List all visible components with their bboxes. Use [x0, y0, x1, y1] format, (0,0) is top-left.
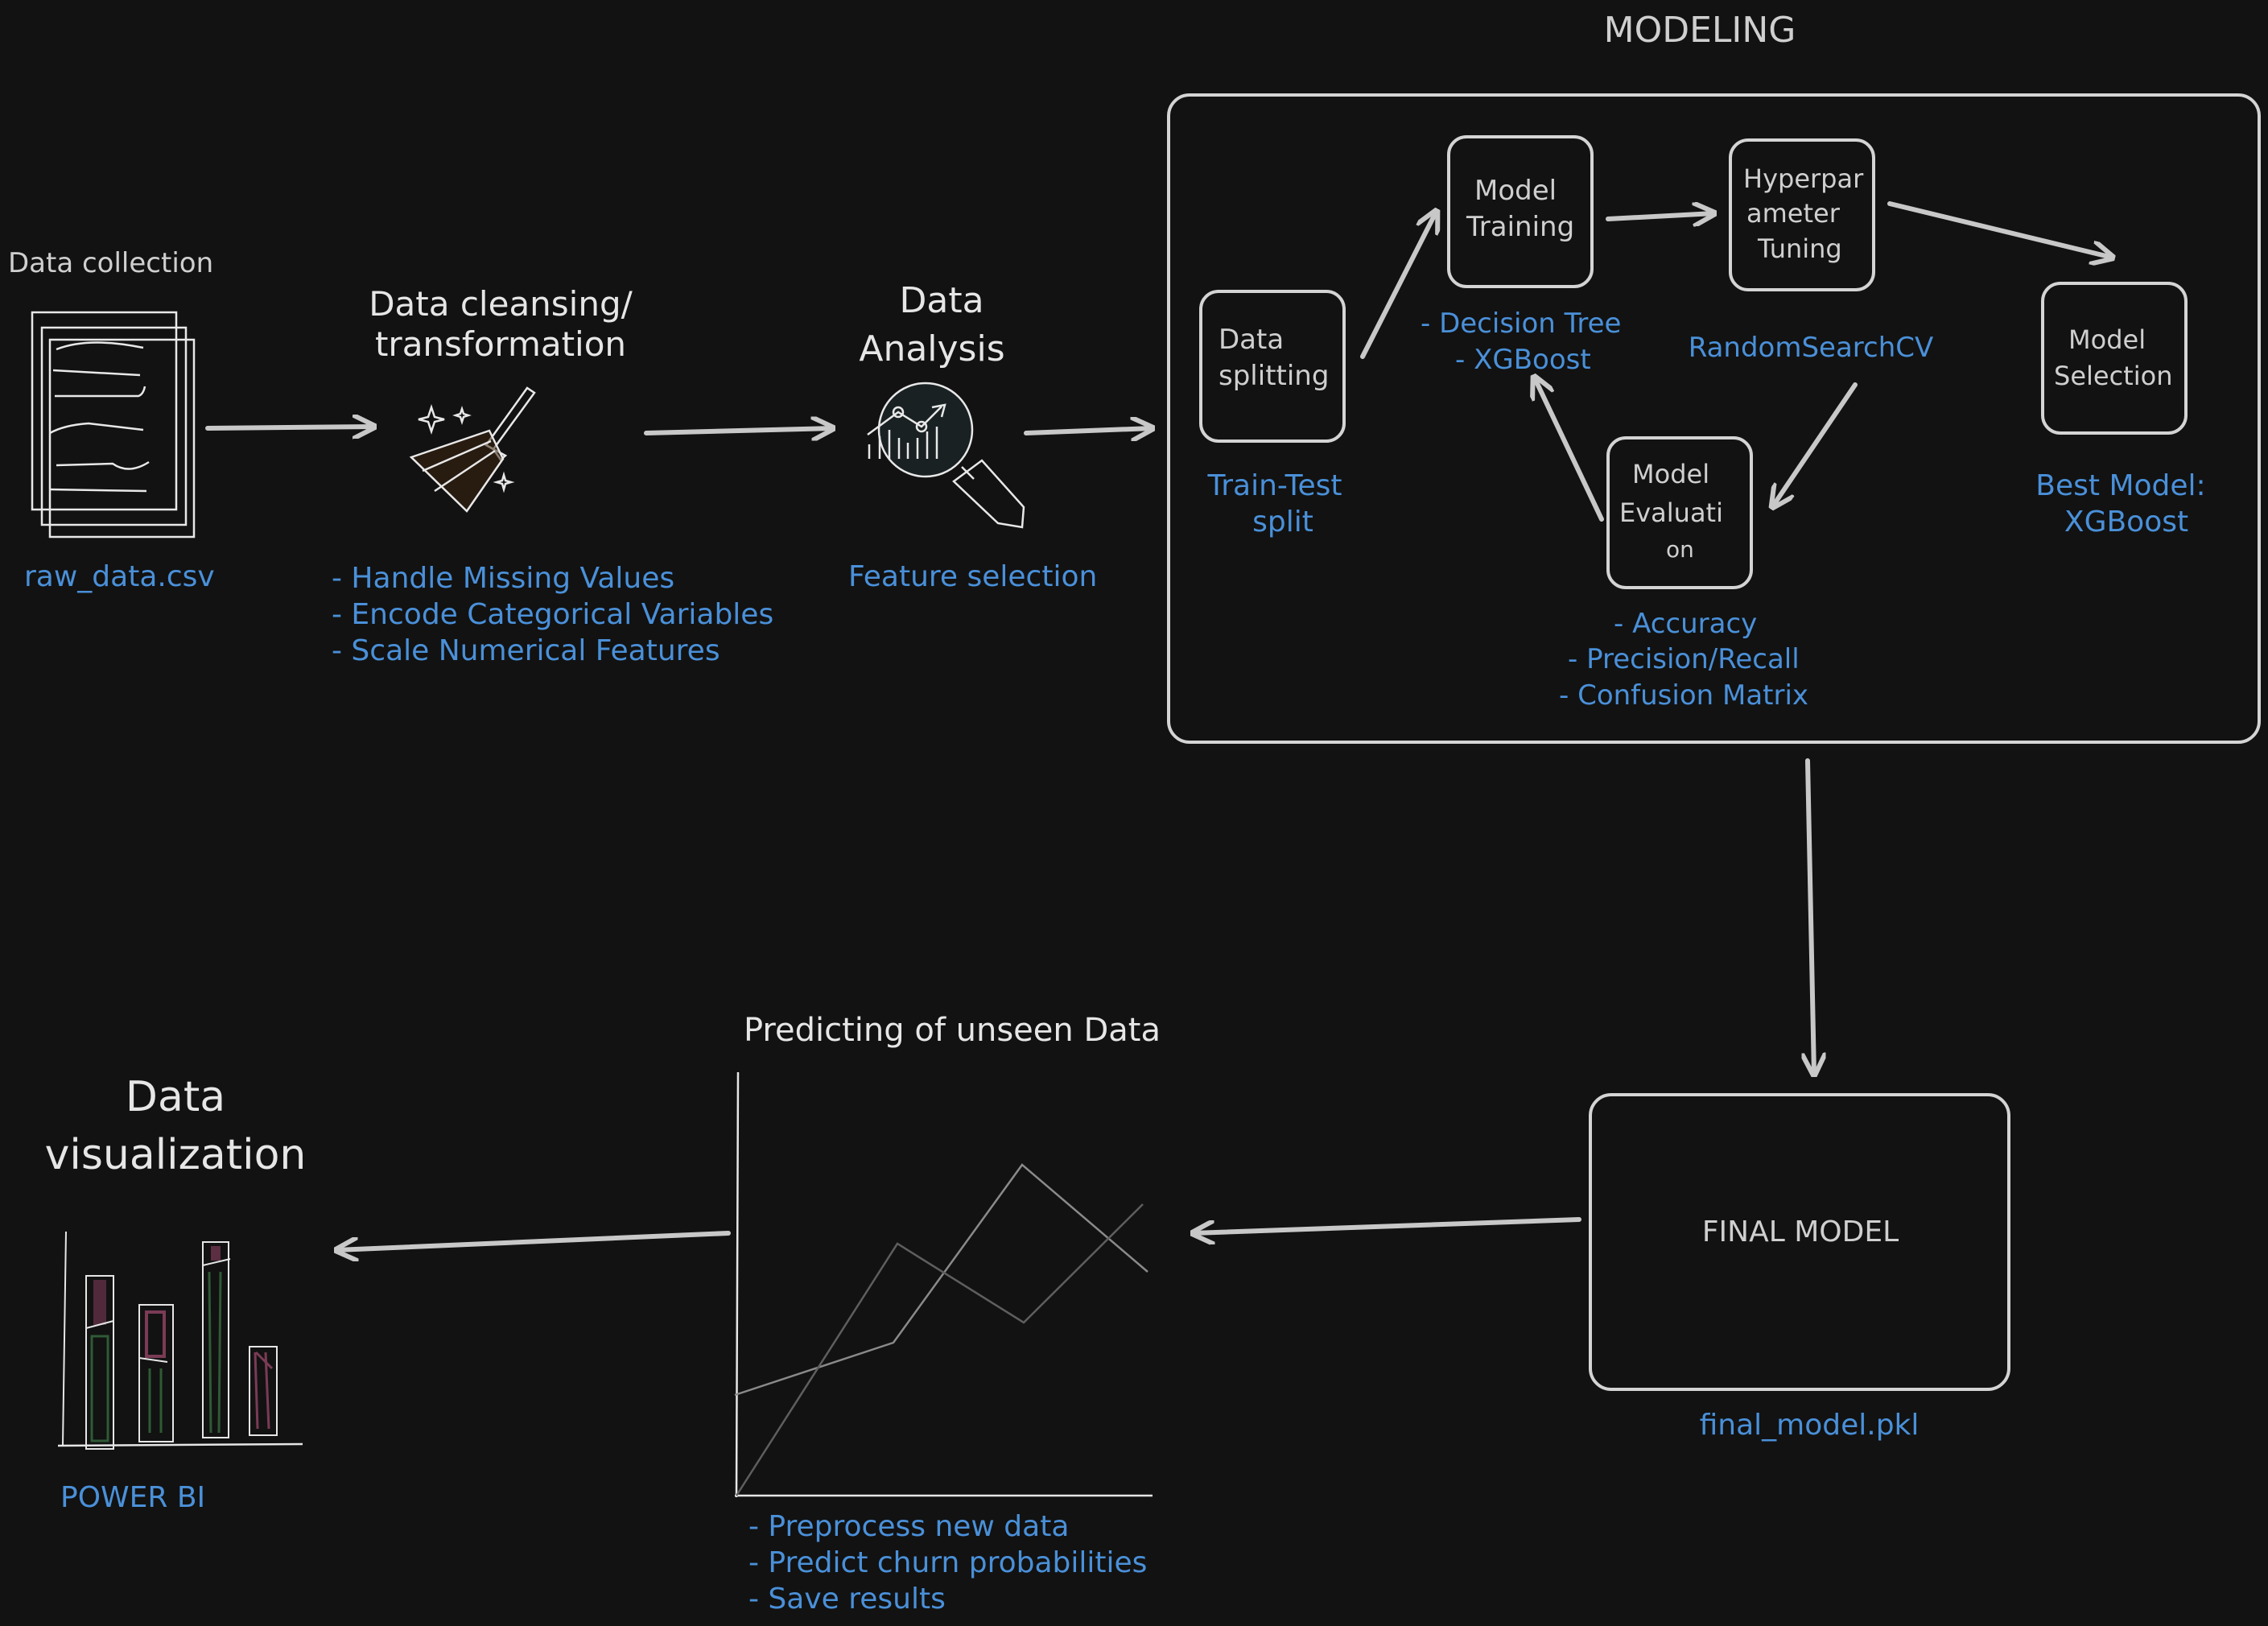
best-model-note-line2: XGBoost [2064, 506, 2188, 539]
prediction-step-2: - Predict churn probabilities [748, 1546, 1147, 1579]
best-model-note-line1: Best Model: [2035, 469, 2205, 502]
arrow-analysis-to-modeling [1024, 428, 1153, 433]
model-training-line1: Model [1474, 175, 1557, 207]
visualization-title-line1: Data [126, 1073, 225, 1121]
data-splitting-line2: splitting [1219, 360, 1329, 392]
series-line-2 [735, 1203, 1144, 1496]
model-selection-node[interactable]: Model Selection [2041, 282, 2188, 435]
cleansing-step-2: - Encode Categorical Variables [332, 598, 773, 631]
tuning-line1: Hyperpar [1743, 163, 1864, 194]
tuning-line3: Tuning [1757, 233, 1842, 264]
arrow-tuning-to-evaluation [1772, 382, 1858, 507]
data-cleansing-stage: Data cleansing/ transformation - Handle … [332, 284, 773, 667]
feature-selection-note: Feature selection [848, 560, 1097, 593]
arrow-collection-to-cleansing [205, 427, 374, 428]
line-chart-icon [734, 1071, 1153, 1498]
train-test-note-line2: split [1252, 506, 1313, 539]
random-search-note: RandomSearchCV [1689, 332, 1934, 364]
analysis-title-line2: Analysis [859, 328, 1004, 369]
prediction-step-3: - Save results [748, 1583, 946, 1616]
cleansing-title-line1: Data cleansing/ [369, 284, 633, 324]
selection-line1: Model [2068, 324, 2146, 355]
modeling-title: MODELING [1604, 10, 1796, 51]
series-line-1 [734, 1163, 1148, 1397]
visualization-title-line2: visualization [45, 1131, 307, 1179]
arrow-modeling-to-final [1808, 758, 1814, 1075]
evaluation-note-3: - Confusion Matrix [1559, 679, 1808, 712]
final-model-label: FINAL MODEL [1702, 1215, 1899, 1248]
data-collection-title: Data collection [8, 247, 213, 279]
training-note-2: - XGBoost [1455, 344, 1591, 376]
broom-icon [409, 386, 536, 513]
tuning-line2: ameter [1746, 198, 1841, 229]
analysis-title-line1: Data [899, 280, 983, 321]
prediction-step-1: - Preprocess new data [748, 1510, 1069, 1543]
magnifier-chart-icon [867, 382, 1025, 529]
model-evaluation-node[interactable]: Model Evaluati on [1606, 436, 1753, 589]
selection-line2: Selection [2054, 361, 2172, 391]
data-collection-stage: Data collection raw_data.csv [8, 247, 215, 593]
bar-chart-icon [57, 1231, 303, 1450]
arrow-final-to-prediction [1193, 1217, 1581, 1233]
model-training-line2: Training [1466, 211, 1574, 243]
final-model-filename: final_model.pkl [1700, 1409, 1920, 1442]
arrow-cleansing-to-analysis [644, 428, 833, 433]
final-model-stage: FINAL MODEL final_model.pkl [1589, 1093, 2010, 1442]
arrow-training-to-tuning [1606, 213, 1714, 219]
evaluation-line2: Evaluati [1619, 497, 1723, 528]
prediction-title: Predicting of unseen Data [744, 1012, 1161, 1049]
pipeline-diagram: Data collection raw_data.csv Data cleans… [8, 10, 2261, 1616]
training-note-1: - Decision Tree [1421, 307, 1621, 340]
arrow-prediction-to-visualization [336, 1231, 731, 1250]
evaluation-line1: Model [1632, 459, 1709, 489]
power-bi-label: POWER BI [60, 1481, 205, 1514]
train-test-note-line1: Train-Test [1207, 469, 1342, 502]
document-stack-icon [31, 311, 196, 539]
hyperparameter-tuning-node[interactable]: Hyperpar ameter Tuning [1729, 138, 1875, 291]
raw-data-filename: raw_data.csv [24, 560, 215, 593]
data-splitting-line1: Data [1219, 324, 1284, 356]
evaluation-note-2: - Precision/Recall [1568, 643, 1800, 675]
data-splitting-node[interactable]: Data splitting [1199, 290, 1346, 443]
visualization-stage: Data visualization POWER BI [45, 1073, 307, 1514]
data-analysis-stage: Data Analysis Feature selection [848, 280, 1097, 593]
evaluation-note-1: - Accuracy [1614, 608, 1757, 640]
model-training-node[interactable]: Model Training [1447, 135, 1594, 288]
cleansing-step-3: - Scale Numerical Features [332, 634, 720, 667]
modeling-stage: MODELING Data splitting Train-Test split… [1167, 10, 2261, 744]
arrow-evaluation-to-training [1534, 377, 1604, 522]
arrow-tuning-to-selection [1887, 201, 2113, 258]
cleansing-title-line2: transformation [375, 324, 626, 364]
evaluation-line3: on [1666, 536, 1694, 563]
cleansing-step-1: - Handle Missing Values [332, 562, 674, 595]
prediction-stage: Predicting of unseen Data - Preprocess n… [734, 1012, 1161, 1616]
